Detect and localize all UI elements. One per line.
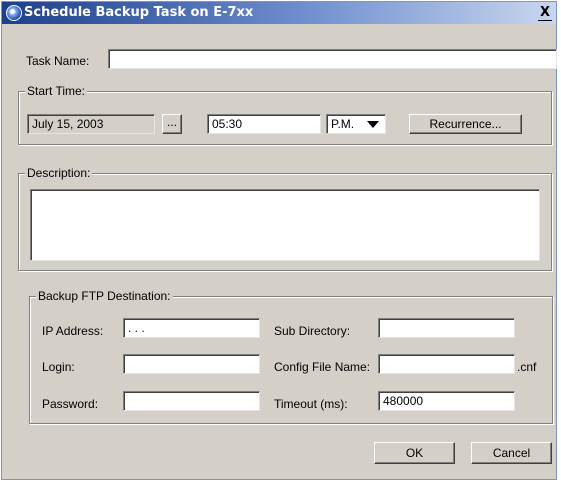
- sub-directory-input[interactable]: [378, 318, 515, 338]
- password-label: Password:: [42, 397, 99, 411]
- chevron-down-icon: [367, 121, 379, 128]
- description-textarea[interactable]: [30, 189, 540, 261]
- recurrence-button[interactable]: Recurrence...: [409, 114, 522, 134]
- config-file-name-label: Config File Name:: [274, 360, 371, 374]
- password-input[interactable]: [123, 391, 260, 411]
- cancel-button[interactable]: Cancel: [471, 442, 552, 464]
- window-title: Schedule Backup Task on E-7xx: [24, 5, 254, 20]
- dialog-window: Schedule Backup Task on E-7xx X Task Nam…: [1, 1, 557, 480]
- app-icon: [6, 5, 22, 21]
- config-file-name-input[interactable]: [378, 354, 515, 374]
- task-name-label: Task Name:: [26, 54, 90, 68]
- ip-address-input[interactable]: . . .: [123, 318, 260, 338]
- ok-button[interactable]: OK: [374, 442, 455, 464]
- task-name-input[interactable]: [108, 49, 557, 69]
- ampm-select[interactable]: P.M.: [326, 114, 386, 134]
- ftp-destination-group-title: Backup FTP Destination:: [36, 289, 173, 303]
- config-file-suffix: .cnf: [517, 360, 537, 374]
- ampm-value: P.M.: [331, 117, 355, 131]
- start-date-field: July 15, 2003: [27, 114, 155, 134]
- timeout-input[interactable]: 480000: [378, 391, 515, 411]
- start-time-input[interactable]: 05:30: [207, 114, 321, 134]
- ip-address-label: IP Address:: [42, 324, 104, 338]
- login-label: Login:: [42, 360, 75, 374]
- sub-directory-label: Sub Directory:: [274, 324, 351, 338]
- login-input[interactable]: [123, 354, 260, 374]
- title-bar[interactable]: Schedule Backup Task on E-7xx X: [2, 2, 556, 24]
- description-group-title: Description:: [25, 166, 93, 180]
- start-time-group-title: Start Time:: [25, 84, 88, 98]
- date-picker-button[interactable]: ...: [162, 114, 182, 134]
- close-icon[interactable]: X: [538, 6, 552, 21]
- timeout-label: Timeout (ms):: [274, 397, 348, 411]
